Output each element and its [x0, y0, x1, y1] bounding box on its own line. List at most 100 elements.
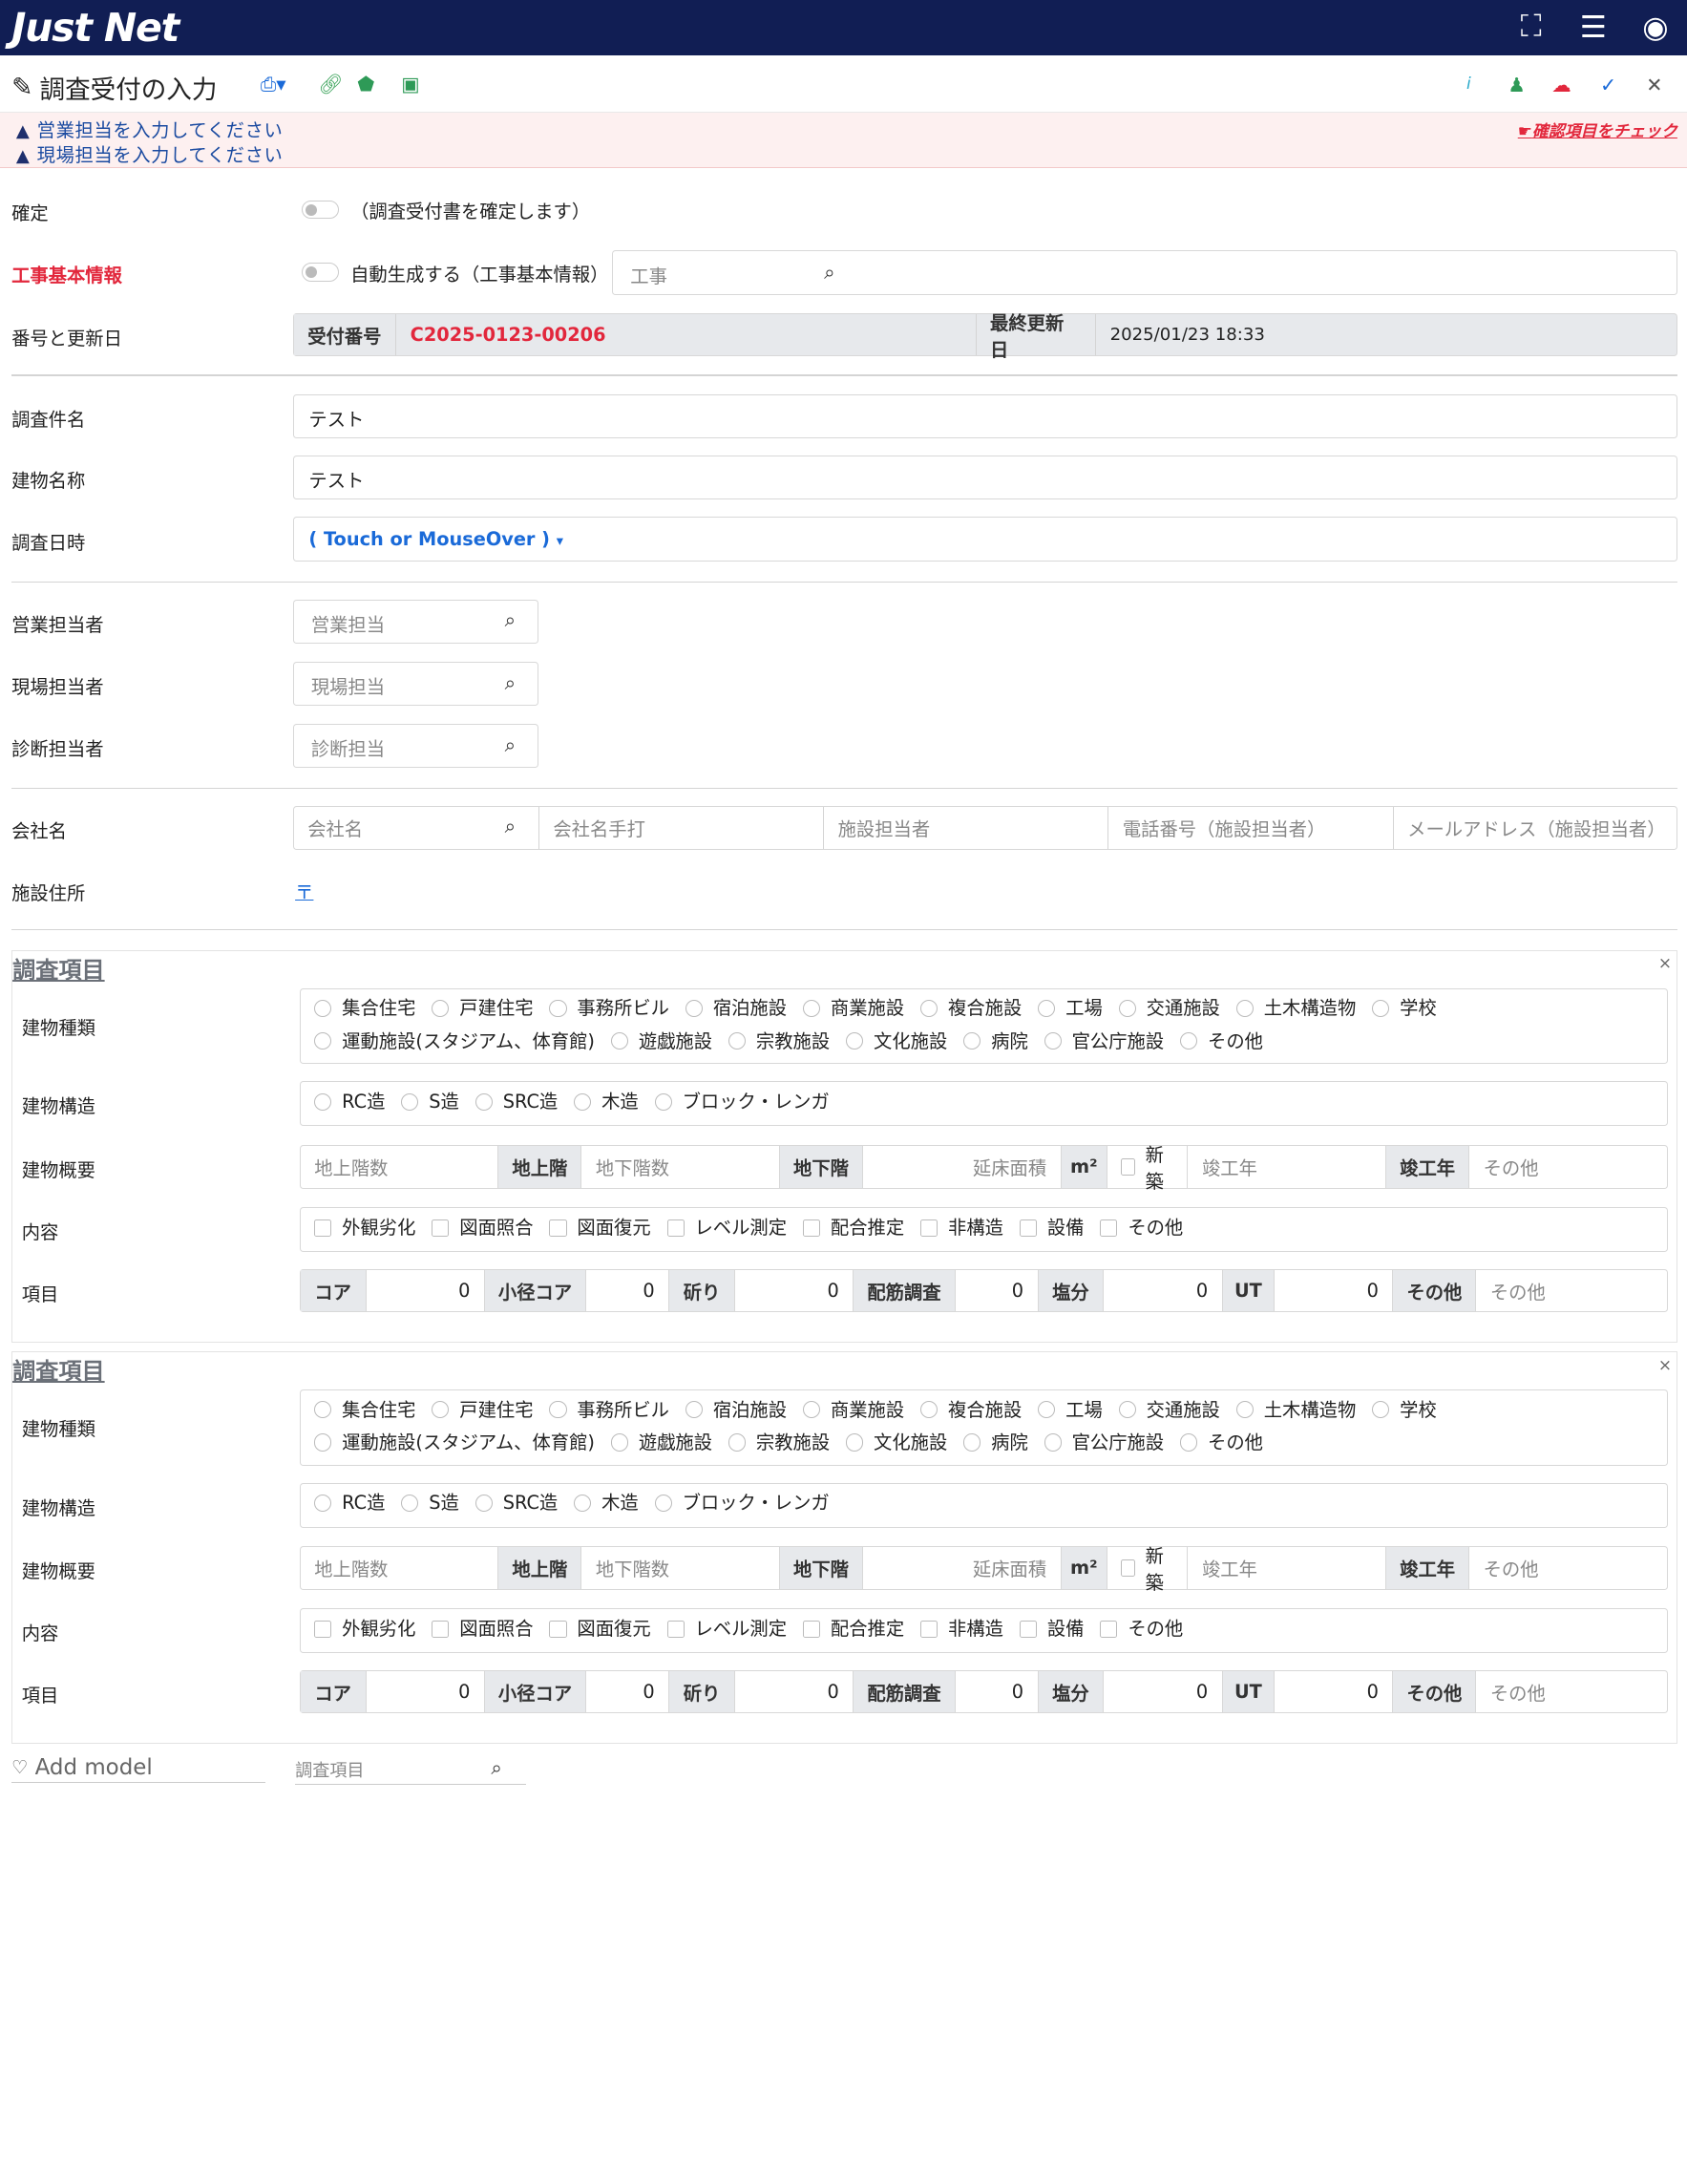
phone-input[interactable]: 電話番号（施設担当者） [1108, 807, 1394, 849]
building-type-option[interactable]: 宗教施設 [728, 1428, 830, 1457]
checkbox[interactable] [549, 1219, 567, 1237]
building-type-option[interactable]: 土木構造物 [1235, 1395, 1356, 1425]
content-option[interactable]: 外観劣化 [314, 1213, 415, 1242]
building-type-option[interactable]: 文化施設 [846, 1428, 947, 1457]
checkbox[interactable] [920, 1620, 938, 1638]
radio-button[interactable] [1118, 1401, 1136, 1419]
radio-button[interactable] [474, 1092, 493, 1111]
radio-button[interactable] [432, 1000, 450, 1018]
survey-item-search[interactable]: 調査項目 ⌕ [295, 1755, 526, 1786]
content-option[interactable]: 配合推定 [802, 1614, 904, 1643]
radio-button[interactable] [654, 1495, 672, 1513]
building-type-option[interactable]: 複合施設 [920, 1395, 1022, 1425]
site-input[interactable]: 現場担当 [311, 672, 385, 699]
radio-button[interactable] [846, 1032, 864, 1050]
item-other-input[interactable]: その他 [1476, 1671, 1666, 1712]
new-build-checkbox[interactable]: 新築 [1107, 1144, 1189, 1193]
item-count-input[interactable]: 0 [1104, 1270, 1223, 1311]
content-option[interactable]: 外観劣化 [314, 1614, 415, 1643]
checkbox[interactable] [1019, 1620, 1037, 1638]
tag-icon[interactable]: ⬟ [357, 73, 374, 95]
checkbox[interactable] [802, 1620, 821, 1638]
radio-button[interactable] [314, 1401, 332, 1419]
content-option[interactable]: レベル測定 [666, 1614, 787, 1643]
structure-option[interactable]: S造 [401, 1488, 459, 1517]
clipboard-icon[interactable]: ▣ [401, 73, 419, 95]
checkbox[interactable] [314, 1219, 332, 1237]
radio-button[interactable] [1235, 1000, 1254, 1018]
building-type-option[interactable]: 宿泊施設 [685, 993, 787, 1023]
close-icon[interactable]: ✕ [1646, 74, 1662, 96]
radio-button[interactable] [1180, 1032, 1198, 1050]
checkbox[interactable] [802, 1219, 821, 1237]
checkbox[interactable] [666, 1219, 685, 1237]
radio-button[interactable] [1038, 1000, 1056, 1018]
new-build-checkbox[interactable]: 新築 [1107, 1545, 1189, 1594]
search-icon[interactable]: ⌕ [505, 671, 517, 695]
checkbox[interactable] [666, 1620, 685, 1638]
checkbox[interactable] [1019, 1219, 1037, 1237]
building-type-option[interactable]: 宿泊施設 [685, 1395, 787, 1425]
search-icon[interactable]: ⌕ [505, 815, 517, 838]
item-count-input[interactable]: 0 [367, 1671, 485, 1713]
content-option[interactable]: その他 [1100, 1614, 1183, 1643]
building-name-field[interactable]: テスト [292, 455, 1677, 499]
item-count-input[interactable]: 0 [1275, 1270, 1394, 1311]
radio-button[interactable] [314, 1000, 332, 1018]
content-option[interactable]: 図面復元 [549, 1213, 651, 1242]
expand-icon[interactable]: ⛶ [1500, 10, 1562, 45]
item-count-input[interactable]: 0 [956, 1270, 1039, 1311]
radio-button[interactable] [574, 1092, 592, 1111]
building-type-option[interactable]: 戸建住宅 [432, 1395, 534, 1425]
radio-button[interactable] [728, 1032, 747, 1050]
building-type-option[interactable]: その他 [1180, 1428, 1263, 1457]
radio-button[interactable] [963, 1433, 981, 1452]
facility-contact-input[interactable]: 施設担当者 [824, 807, 1109, 849]
radio-button[interactable] [549, 1000, 567, 1018]
radio-button[interactable] [401, 1495, 419, 1513]
item-count-input[interactable]: 0 [586, 1671, 670, 1713]
item-count-input[interactable]: 0 [1104, 1671, 1223, 1713]
completion-year-input[interactable]: 竣工年 [1188, 1547, 1387, 1589]
radio-button[interactable] [728, 1433, 747, 1452]
building-type-option[interactable]: 複合施設 [920, 993, 1022, 1023]
building-type-option[interactable]: 学校 [1372, 1395, 1437, 1425]
building-type-option[interactable]: 学校 [1372, 993, 1437, 1023]
radio-button[interactable] [610, 1433, 628, 1452]
database-icon[interactable]: ☰ [1562, 11, 1624, 45]
content-option[interactable]: 図面照合 [432, 1614, 534, 1643]
radio-button[interactable] [963, 1032, 981, 1050]
item-count-input[interactable]: 0 [735, 1671, 854, 1713]
checkbox[interactable] [1100, 1219, 1118, 1237]
building-type-option[interactable]: 事務所ビル [549, 993, 669, 1023]
building-type-option[interactable]: 工場 [1038, 1395, 1103, 1425]
structure-option[interactable]: SRC造 [474, 1488, 558, 1517]
structure-option[interactable]: RC造 [314, 1488, 385, 1517]
building-type-option[interactable]: 遊戯施設 [610, 1428, 712, 1457]
below-floors-input[interactable]: 地下階数 [581, 1547, 781, 1589]
radio-button[interactable] [1044, 1032, 1062, 1050]
content-option[interactable]: その他 [1100, 1213, 1183, 1242]
radio-button[interactable] [1038, 1401, 1056, 1419]
company-search-input[interactable]: 会社名 ⌕ [294, 807, 539, 849]
radio-button[interactable] [802, 1000, 821, 1018]
radio-button[interactable] [401, 1092, 419, 1111]
radio-button[interactable] [1180, 1433, 1198, 1452]
structure-option[interactable]: ブロック・レンガ [654, 1087, 830, 1116]
checkbox[interactable] [920, 1219, 938, 1237]
building-type-option[interactable]: 事務所ビル [549, 1395, 669, 1425]
cloud-upload-icon[interactable]: ☁ [1551, 74, 1571, 96]
building-type-option[interactable]: 運動施設(スタジアム、体育館) [314, 1027, 595, 1056]
radio-button[interactable] [920, 1000, 938, 1018]
building-type-option[interactable]: 病院 [963, 1027, 1028, 1056]
survey-name-field[interactable]: テスト [292, 393, 1677, 438]
radio-button[interactable] [474, 1495, 493, 1513]
construction-search[interactable]: 工事 ⌕ [612, 250, 1677, 296]
postal-link[interactable]: 〒 [295, 878, 313, 904]
radio-button[interactable] [654, 1092, 672, 1111]
content-option[interactable]: 非構造 [920, 1614, 1003, 1643]
checkbox[interactable] [549, 1620, 567, 1638]
content-option[interactable]: 配合推定 [802, 1213, 904, 1242]
link-icon[interactable]: 🔗︎ [318, 73, 343, 96]
search-icon[interactable]: ⌕ [505, 733, 517, 757]
